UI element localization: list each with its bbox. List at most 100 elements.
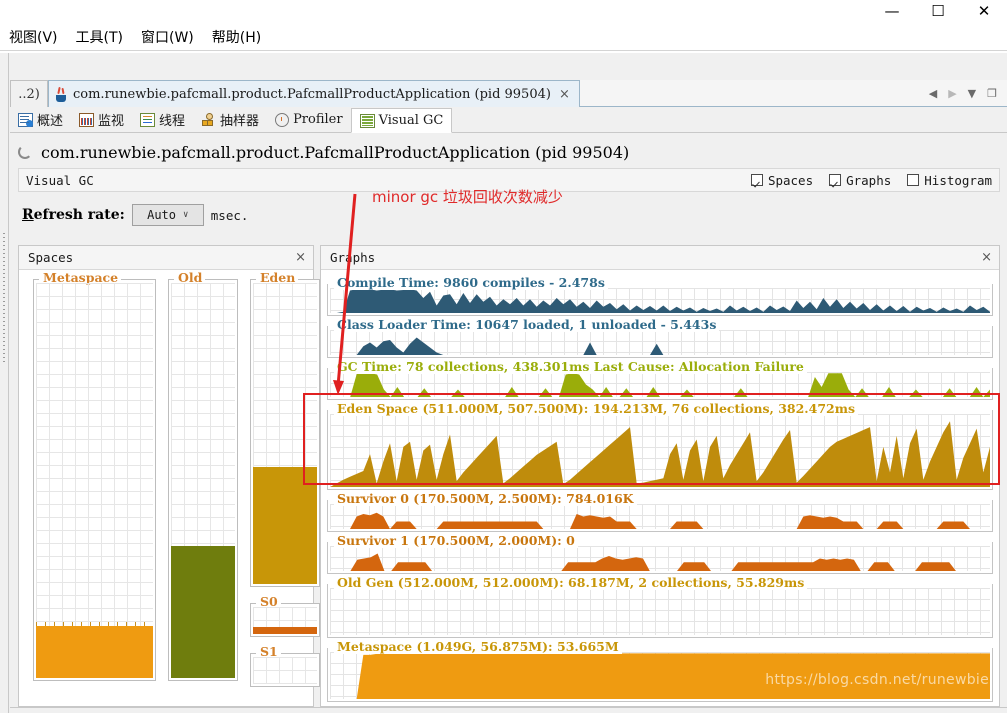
tab-sampler-label: 抽样器 (220, 114, 260, 129)
graph-eden-space: Eden Space (511.000M, 507.500M): 194.213… (327, 401, 993, 490)
spaces-panel: Spaces × Metaspace Old Eden S0 S1 (18, 245, 320, 707)
graph-old-gen: Old Gen (512.000M, 512.000M): 68.187M, 2… (327, 575, 993, 638)
tab-visual-gc-label: Visual GC (378, 113, 444, 128)
checkbox-graphs-label: Graphs (846, 172, 892, 188)
graph-class-loader-time: Class Loader Time: 10647 loaded, 1 unloa… (327, 317, 993, 358)
subbar-title: Visual GC (26, 172, 94, 188)
graphs-panel-close-icon[interactable]: × (981, 250, 992, 265)
document-tab-previous-label: ..2) (18, 86, 40, 102)
space-column-metaspace: Metaspace (33, 270, 156, 694)
refresh-rate-label-rest: efresh rate: (33, 207, 125, 223)
maximize-pane-icon[interactable]: ❐ (987, 88, 997, 99)
graph-eden-space-plot (330, 414, 990, 487)
checkbox-histogram-box[interactable] (907, 174, 920, 186)
document-tab-close-icon[interactable]: × (556, 87, 573, 102)
maximize-icon[interactable]: ☐ (915, 0, 961, 22)
graph-compile-time-title: Compile Time: 9860 compiles - 2.478s (334, 275, 608, 290)
graph-compile-time-plot (330, 288, 990, 313)
checkbox-histogram-label: Histogram (924, 172, 992, 188)
window-controls: — ☐ ✕ (869, 0, 1007, 22)
tabstrip-nav: ◀ ▶ ▼ ❐ (929, 80, 1003, 107)
menu-bar: 视图(V) 工具(T) 窗口(W) 帮助(H) (0, 24, 1007, 50)
metaspace-group: Metaspace (33, 270, 156, 681)
menubar-divider (0, 50, 1007, 51)
refresh-rate-select[interactable]: Auto ∨ (131, 204, 204, 226)
checkbox-graphs-box[interactable] (829, 174, 842, 186)
chevron-down-icon: ∨ (183, 210, 189, 220)
eden-group: Eden (250, 270, 320, 587)
annotation-text: minor gc 垃圾回收次数减少 (372, 188, 563, 206)
tab-sampler[interactable]: 抽样器 (193, 107, 267, 132)
application-heading: com.runewbie.pafcmall.product.PafcmallPr… (18, 140, 629, 164)
menu-item-help[interactable]: 帮助(H) (203, 25, 270, 49)
document-tab-active[interactable]: com.runewbie.pafcmall.product.PafcmallPr… (48, 80, 580, 107)
space-column-young: Eden S0 S1 (250, 270, 320, 694)
graph-old-gen-plot (330, 588, 990, 635)
s1-group: S1 (250, 644, 320, 687)
graph-gc-time-plot (330, 372, 990, 397)
tab-overview[interactable]: 概述 (10, 107, 71, 132)
watermark: https://blog.csdn.net/runewbie (765, 672, 989, 688)
monitor-icon (79, 112, 95, 127)
old-bar (171, 545, 235, 678)
graph-survivor-0-title: Survivor 0 (170.500M, 2.500M): 784.016K (334, 491, 637, 506)
document-tab-previous[interactable]: ..2) (10, 80, 48, 107)
graph-eden-space-title: Eden Space (511.000M, 507.500M): 194.213… (334, 401, 859, 416)
graph-survivor-0: Survivor 0 (170.500M, 2.500M): 784.016K (327, 491, 993, 532)
checkbox-spaces[interactable]: Spaces (750, 172, 814, 188)
tab-monitor[interactable]: 监视 (71, 107, 132, 132)
scroll-left-icon[interactable]: ◀ (929, 88, 937, 99)
spaces-panel-header: Spaces × (19, 246, 313, 270)
threads-icon (140, 112, 156, 127)
left-rail (0, 53, 9, 713)
scroll-right-icon[interactable]: ▶ (948, 88, 956, 99)
close-icon[interactable]: ✕ (961, 0, 1007, 22)
menu-item-view[interactable]: 视图(V) (0, 25, 67, 49)
s0-bar (253, 627, 317, 634)
tab-profiler-label: Profiler (293, 112, 343, 127)
minimize-icon[interactable]: — (869, 0, 915, 22)
graph-survivor-1-plot (330, 546, 990, 571)
metaspace-bar (36, 621, 153, 678)
tab-list-dropdown-icon[interactable]: ▼ (968, 88, 976, 99)
tab-threads[interactable]: 线程 (132, 107, 193, 132)
checkbox-spaces-box[interactable] (750, 174, 763, 186)
status-strip (10, 707, 1007, 713)
sampler-icon (201, 112, 216, 127)
space-column-old: Old (168, 270, 238, 694)
menu-item-tools[interactable]: 工具(T) (67, 25, 132, 49)
spaces-columns: Metaspace Old Eden S0 S1 (19, 270, 320, 706)
checkbox-histogram[interactable]: Histogram (907, 173, 992, 188)
spaces-panel-title: Spaces (28, 250, 74, 265)
page-title: com.runewbie.pafcmall.product.PafcmallPr… (41, 142, 630, 162)
old-group: Old (168, 270, 238, 681)
visual-gc-icon (359, 113, 375, 128)
graph-metaspace-title: Metaspace (1.049G, 56.875M): 53.665M (334, 639, 622, 654)
window-titlebar: — ☐ ✕ (0, 0, 1007, 22)
profiler-clock-icon (275, 112, 290, 127)
display-options: Spaces Graphs Histogram (750, 172, 992, 188)
graph-old-gen-title: Old Gen (512.000M, 512.000M): 68.187M, 2… (334, 575, 808, 590)
tab-profiler[interactable]: Profiler (267, 107, 351, 132)
graph-class-loader-time-plot (330, 330, 990, 355)
graphs-panel: Graphs × Compile Time: 9860 compiles - 2… (320, 245, 1000, 707)
graph-metaspace: Metaspace (1.049G, 56.875M): 53.665M (327, 639, 993, 702)
document-tabstrip: ..2) com.runewbie.pafcmall.product.Pafcm… (10, 80, 1007, 107)
graphs-list: Compile Time: 9860 compiles - 2.478s Clas… (321, 271, 999, 706)
loading-spinner-icon (18, 145, 32, 159)
checkbox-graphs[interactable]: Graphs (829, 173, 891, 188)
view-tabs: 概述 监视 线程 抽样器 Profiler Visual GC (10, 107, 1007, 133)
graph-survivor-0-plot (330, 504, 990, 529)
graphs-panel-header: Graphs × (321, 246, 999, 270)
eden-bar (253, 467, 317, 584)
document-tab-label: com.runewbie.pafcmall.product.PafcmallPr… (73, 86, 551, 102)
rail-grip[interactable] (3, 233, 5, 363)
tab-visual-gc[interactable]: Visual GC (350, 108, 453, 133)
graph-gc-time-title: GC Time: 78 collections, 438.301ms Last … (334, 359, 807, 374)
menu-item-window[interactable]: 窗口(W) (132, 25, 203, 49)
tab-monitor-label: 监视 (98, 114, 125, 129)
checkbox-spaces-label: Spaces (767, 172, 814, 188)
refresh-rate-unit: msec. (210, 207, 249, 223)
spaces-panel-close-icon[interactable]: × (295, 250, 306, 265)
refresh-rate-label: Refresh rate: (22, 207, 125, 223)
